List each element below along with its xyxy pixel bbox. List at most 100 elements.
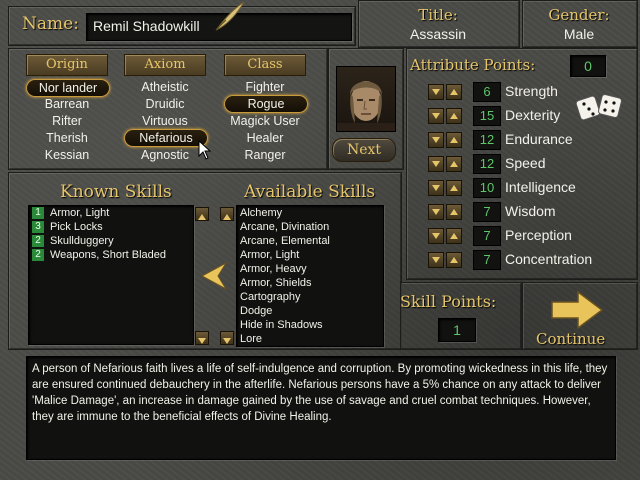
attribute-increase-button[interactable] [446, 228, 462, 244]
attribute-decrease-button[interactable] [428, 228, 444, 244]
available-skill-item[interactable]: Armor, Shields [240, 276, 312, 290]
available-skill-item[interactable]: Hide in Shadows [240, 318, 323, 332]
portrait-face-icon [337, 81, 395, 131]
attribute-value: 10 [473, 178, 501, 198]
attribute-name: Wisdom [505, 203, 556, 219]
attribute-decrease-button[interactable] [428, 252, 444, 268]
attribute-name: Perception [505, 227, 572, 243]
known-scroll-down-button[interactable] [195, 331, 209, 345]
attribute-decrease-button[interactable] [428, 84, 444, 100]
skill-rank: 2 [32, 235, 44, 248]
class-option-rogue[interactable]: Rogue [224, 95, 308, 113]
attribute-value: 15 [473, 106, 501, 126]
axiom-option-druidic[interactable]: Druidic [124, 96, 206, 112]
transfer-left-arrow-icon[interactable] [196, 261, 230, 291]
attribute-name: Concentration [505, 251, 593, 267]
attribute-decrease-button[interactable] [428, 132, 444, 148]
attribute-value: 7 [473, 250, 501, 270]
known-skill-item[interactable]: 3 Pick Locks [32, 220, 103, 234]
origin-option-barrean[interactable]: Barrean [26, 96, 108, 112]
class-option-healer[interactable]: Healer [224, 130, 306, 146]
attribute-name: Intelligence [505, 179, 576, 195]
arrow-up-icon [450, 185, 458, 191]
available-skill-item[interactable]: Cartography [240, 290, 301, 304]
attribute-decrease-button[interactable] [428, 180, 444, 196]
next-button[interactable]: Next [332, 138, 396, 162]
arrow-down-icon [432, 185, 440, 191]
class-option-ranger[interactable]: Ranger [224, 147, 306, 163]
available-skill-item[interactable]: Armor, Light [240, 248, 299, 262]
known-skill-item[interactable]: 2 Weapons, Short Bladed [32, 248, 166, 262]
attribute-decrease-button[interactable] [428, 156, 444, 172]
available-skills-header: Available Skills [244, 182, 376, 202]
available-skill-item[interactable]: Arcane, Divination [240, 220, 329, 234]
origin-option-norlander[interactable]: Nor lander [26, 79, 110, 97]
skill-points-value: 1 [453, 322, 461, 338]
axiom-option-atheistic[interactable]: Atheistic [124, 79, 206, 95]
available-scroll-down-button[interactable] [220, 331, 234, 345]
attribute-value: 6 [473, 82, 501, 102]
gender-label: Gender: [548, 6, 610, 24]
attribute-row-endurance: 12 Endurance [428, 130, 628, 150]
arrow-up-icon [450, 113, 458, 119]
attribute-points-value: 0 [584, 58, 592, 74]
known-skills-header: Known Skills [60, 182, 172, 202]
character-portrait [336, 66, 396, 132]
attribute-value: 7 [473, 226, 501, 246]
class-header[interactable]: Class [224, 54, 306, 76]
arrow-down-icon [432, 113, 440, 119]
class-option-fighter[interactable]: Fighter [224, 79, 306, 95]
arrow-up-icon [450, 209, 458, 215]
title-label: Title: [418, 6, 458, 24]
available-skill-item[interactable]: Lore [240, 332, 262, 346]
attribute-row-strength: 6 Strength [428, 82, 628, 102]
available-skill-item[interactable]: Armor, Heavy [240, 262, 307, 276]
origin-option-rifter[interactable]: Rifter [26, 113, 108, 129]
axiom-header[interactable]: Axiom [124, 54, 206, 76]
mouse-cursor-icon [198, 140, 212, 160]
arrow-down-icon [432, 257, 440, 263]
arrow-up-icon [450, 161, 458, 167]
arrow-up-icon [223, 214, 231, 220]
name-value: Remil Shadowkill [93, 18, 200, 34]
attribute-decrease-button[interactable] [428, 108, 444, 124]
attribute-increase-button[interactable] [446, 84, 462, 100]
axiom-option-agnostic[interactable]: Agnostic [124, 147, 206, 163]
known-scroll-up-button[interactable] [195, 207, 209, 221]
attribute-decrease-button[interactable] [428, 204, 444, 220]
attribute-name: Endurance [505, 131, 573, 147]
origin-option-therish[interactable]: Therish [26, 130, 108, 146]
axiom-option-nefarious[interactable]: Nefarious [124, 129, 208, 147]
available-skill-item[interactable]: Arcane, Elemental [240, 234, 330, 248]
arrow-down-icon [432, 161, 440, 167]
arrow-down-icon [198, 338, 206, 344]
origin-header[interactable]: Origin [26, 54, 108, 76]
continue-button[interactable]: Continue [536, 330, 605, 348]
arrow-down-icon [432, 137, 440, 143]
axiom-option-virtuous[interactable]: Virtuous [124, 113, 206, 129]
attribute-row-concentration: 7 Concentration [428, 250, 628, 270]
attribute-increase-button[interactable] [446, 180, 462, 196]
available-skill-item[interactable]: Dodge [240, 304, 272, 318]
attribute-increase-button[interactable] [446, 252, 462, 268]
skill-points-value-box: 1 [438, 318, 476, 342]
continue-arrow-icon[interactable] [548, 290, 606, 330]
skill-rank: 3 [32, 221, 44, 234]
attribute-increase-button[interactable] [446, 132, 462, 148]
attribute-increase-button[interactable] [446, 156, 462, 172]
known-skill-item[interactable]: 1 Armor, Light [32, 206, 109, 220]
known-skill-item[interactable]: 2 Skullduggery [32, 234, 114, 248]
attribute-row-dexterity: 15 Dexterity [428, 106, 628, 126]
arrow-up-icon [450, 233, 458, 239]
class-option-magick-user[interactable]: Magick User [224, 113, 306, 129]
available-skill-item[interactable]: Alchemy [240, 206, 282, 220]
attribute-name: Dexterity [505, 107, 561, 123]
attribute-increase-button[interactable] [446, 204, 462, 220]
origin-option-kessian[interactable]: Kessian [26, 147, 108, 163]
skill-rank: 2 [32, 249, 44, 262]
arrow-up-icon [450, 257, 458, 263]
attribute-row-speed: 12 Speed [428, 154, 628, 174]
available-scroll-up-button[interactable] [220, 207, 234, 221]
attribute-increase-button[interactable] [446, 108, 462, 124]
arrow-down-icon [223, 338, 231, 344]
